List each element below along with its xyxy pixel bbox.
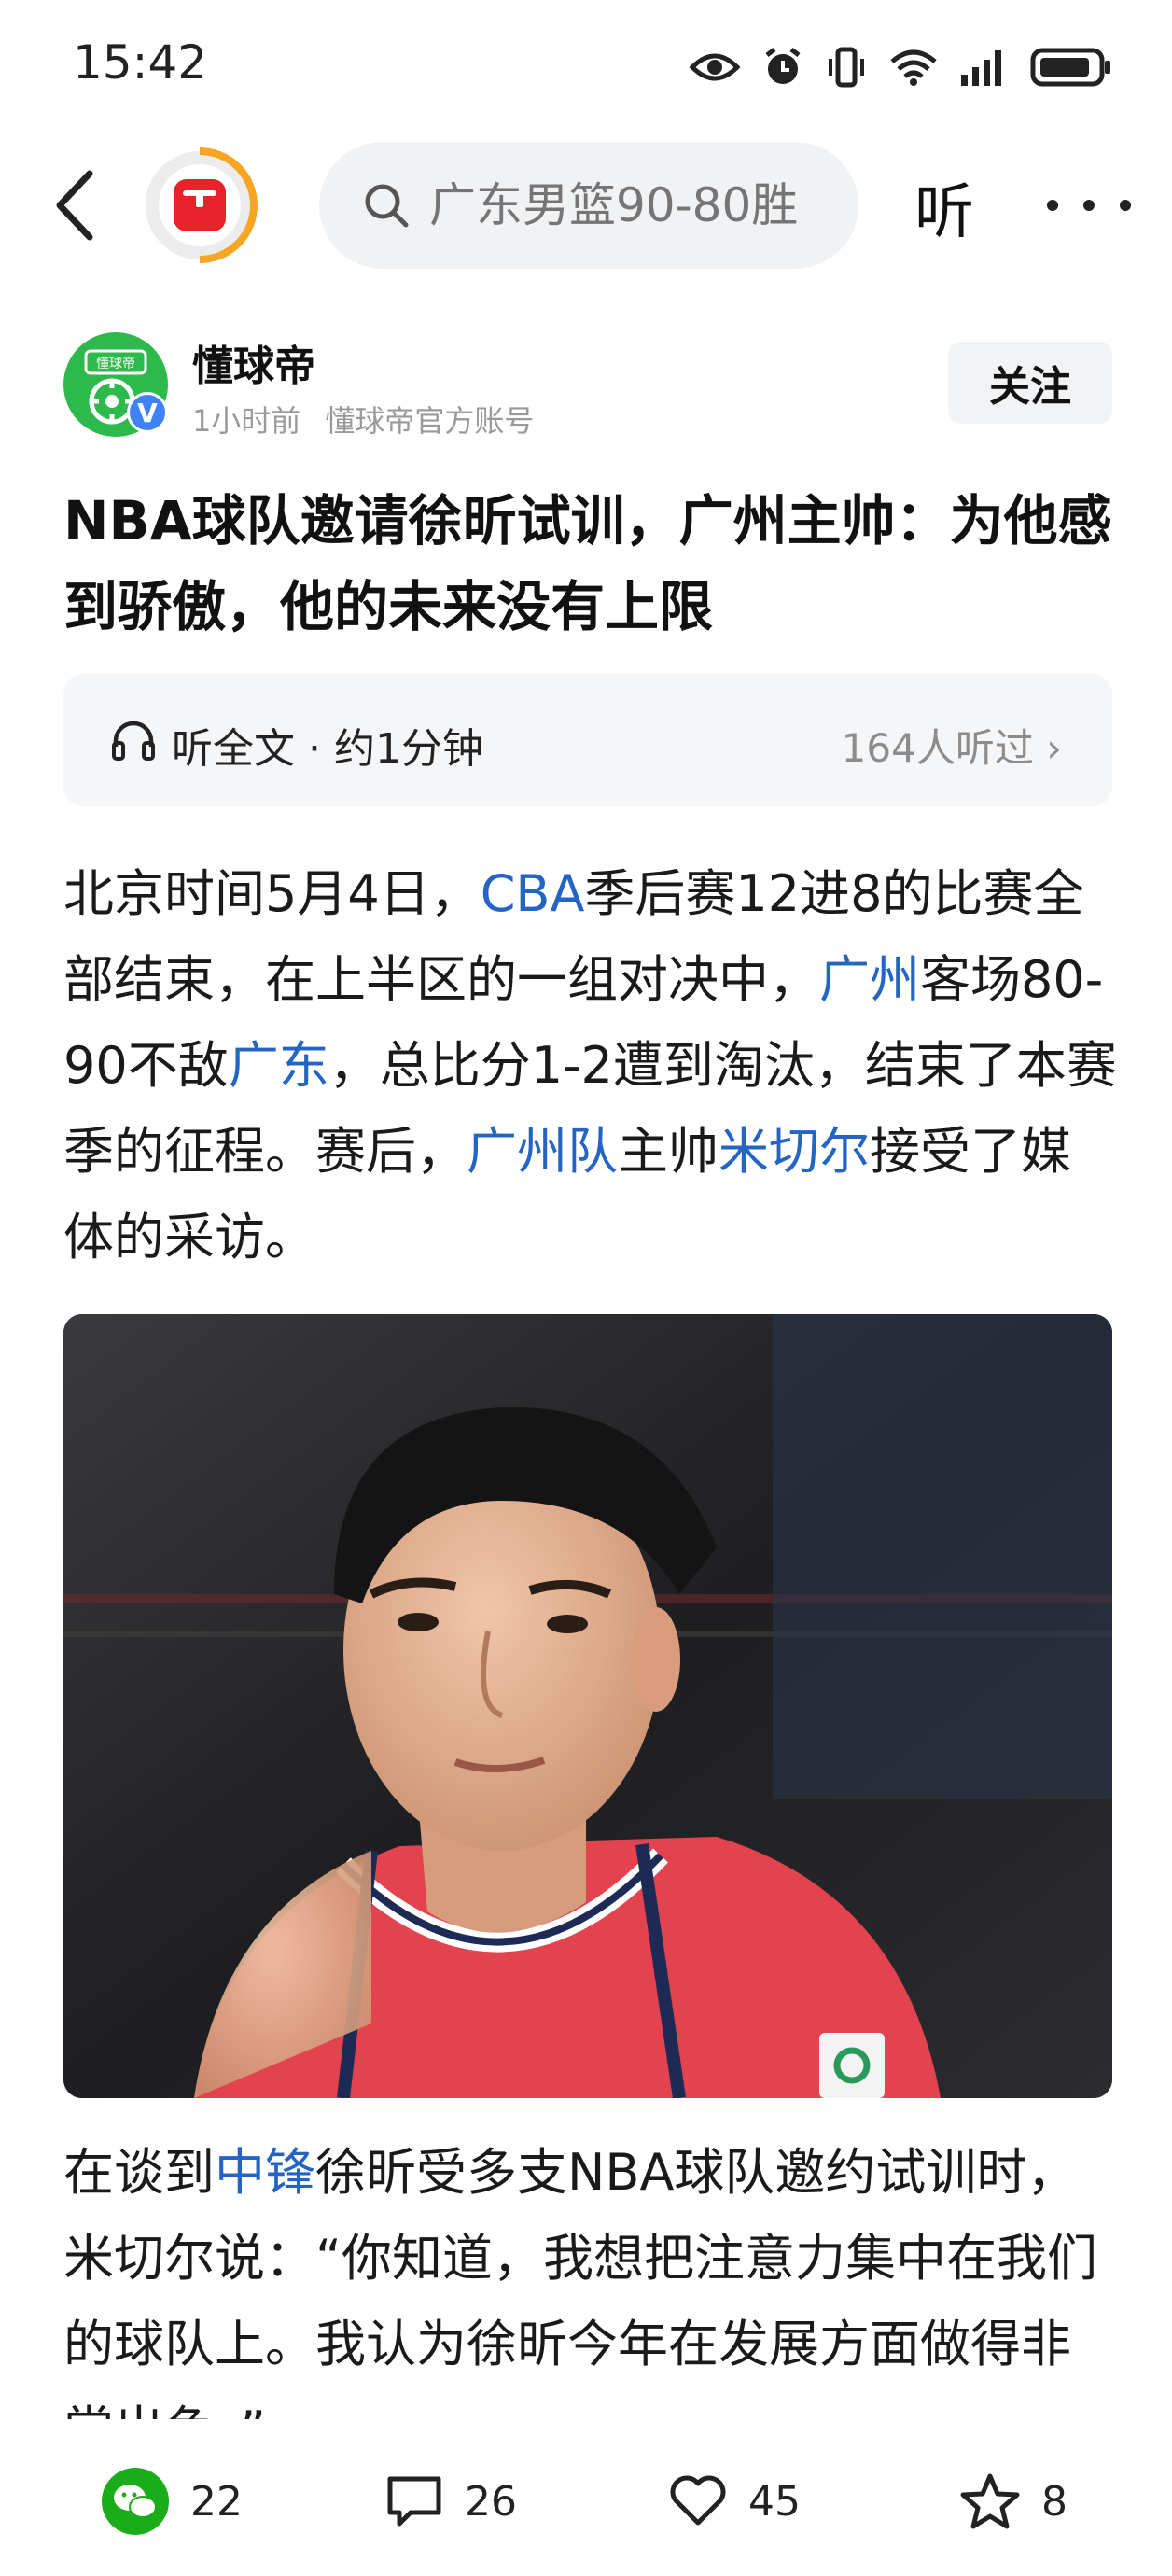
link-mitchell[interactable]: 米切尔: [719, 1122, 870, 1181]
link-cba[interactable]: CBA: [481, 864, 585, 923]
battery-icon: [1030, 48, 1110, 87]
comment-count: 26: [465, 2477, 517, 2526]
bottom-action-bar: 22 26 45 8: [0, 2436, 1172, 2576]
article-paragraph-2: 在谈到中锋徐昕受多支NBA球队邀约试训时，米切尔说：“你知道，我想把注意力集中在…: [63, 2143, 1097, 2419]
more-button[interactable]: [1047, 168, 1131, 243]
search-icon: [362, 181, 411, 230]
eye-icon: [689, 53, 741, 81]
comment-icon: [387, 2476, 441, 2527]
heart-icon: [670, 2475, 726, 2526]
link-guangzhou-team[interactable]: 广州队: [467, 1122, 618, 1181]
share-count: 22: [190, 2477, 243, 2526]
listen-count: 164人听过 ›: [841, 725, 1062, 771]
article-title: NBA球队邀请徐昕试训，广州主帅：为他感到骄傲，他的未来没有上限: [63, 489, 1112, 638]
share-wechat-button[interactable]: 22: [101, 2464, 243, 2539]
back-button[interactable]: [37, 159, 112, 252]
app-logo[interactable]: [142, 147, 258, 263]
link-guangdong[interactable]: 广东: [229, 1036, 329, 1095]
article-paragraph-1: 北京时间5月4日，CBA季后赛12进8的比赛全部结束，在上半区的一组对决中，广州…: [63, 864, 1117, 1267]
favorite-button[interactable]: 8: [959, 2464, 1067, 2539]
author-meta: 1小时前 懂球帝官方账号: [192, 398, 534, 441]
signal-icon: [961, 50, 1001, 86]
news-app-logo-icon: [146, 147, 258, 263]
publish-time: 1小时前: [192, 403, 301, 439]
favorite-count: 8: [1041, 2477, 1067, 2526]
account-type: 懂球帝官方账号: [325, 403, 535, 439]
article-photo[interactable]: [63, 1314, 1112, 2098]
status-time: 15:42: [73, 35, 208, 90]
svg-text:懂球帝: 懂球帝: [96, 357, 135, 371]
comment-button[interactable]: 26: [384, 2464, 517, 2539]
follow-button[interactable]: 关注: [948, 342, 1112, 424]
listen-button[interactable]: 听: [914, 164, 974, 250]
star-icon: [960, 2473, 1020, 2529]
chevron-right-icon: ›: [1046, 725, 1062, 771]
like-count: 45: [748, 2477, 801, 2526]
listen-full-label: 听全文 · 约1分钟: [172, 725, 483, 773]
search-input[interactable]: [429, 178, 840, 232]
player-photo-illustration: [63, 1314, 1112, 2098]
wechat-icon: [102, 2468, 169, 2535]
verified-badge: V: [127, 392, 168, 433]
link-guangzhou[interactable]: 广州: [819, 950, 920, 1009]
status-icons: [689, 43, 1112, 91]
alarm-icon: [765, 48, 801, 84]
headphones-icon: [112, 721, 155, 761]
wifi-icon: [890, 49, 937, 86]
search-bar[interactable]: [319, 142, 858, 269]
more-dots-icon: [1047, 200, 1058, 211]
like-button[interactable]: 45: [668, 2464, 801, 2539]
author-name[interactable]: 懂球帝: [192, 332, 315, 392]
vibrate-icon: [829, 47, 864, 88]
chevron-left-icon: [56, 170, 93, 241]
link-center[interactable]: 中锋: [215, 2143, 315, 2202]
listen-full-article-bar[interactable]: 听全文 · 约1分钟 164人听过 ›: [63, 674, 1112, 806]
